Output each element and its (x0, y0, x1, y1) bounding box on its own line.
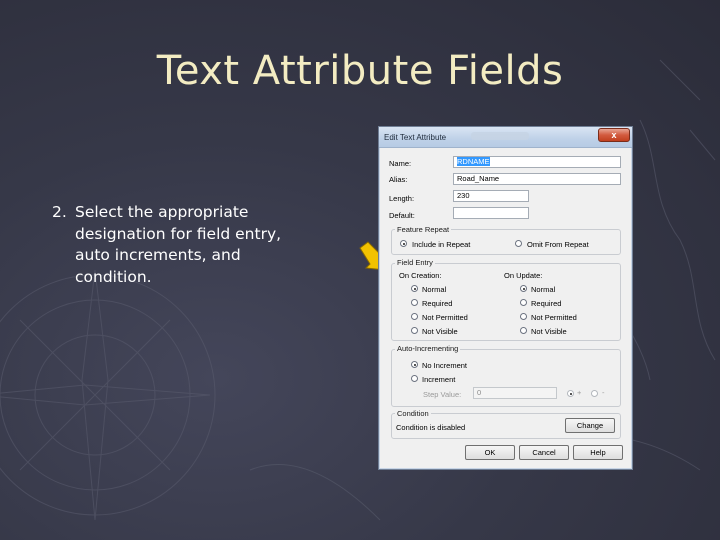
length-field[interactable]: 230 (453, 190, 529, 202)
update-not-visible-radio[interactable] (520, 327, 527, 334)
length-label: Length: (389, 194, 415, 203)
condition-status-text: Condition is disabled (396, 423, 466, 432)
creation-normal-radio[interactable] (411, 285, 418, 292)
omit-from-repeat-radio[interactable] (515, 240, 522, 247)
change-button[interactable]: Change (565, 418, 615, 433)
on-update-label: On Update: (504, 271, 543, 280)
ok-button[interactable]: OK (465, 445, 515, 460)
cancel-button[interactable]: Cancel (519, 445, 569, 460)
step-plus-radio[interactable] (567, 390, 574, 397)
increment-label[interactable]: Increment (422, 375, 455, 384)
creation-required-radio[interactable] (411, 299, 418, 306)
update-required-radio[interactable] (520, 299, 527, 306)
condition-title: Condition (395, 409, 431, 418)
increment-radio[interactable] (411, 375, 418, 382)
blurred-title-text (471, 132, 529, 140)
omit-from-repeat-label[interactable]: Omit From Repeat (527, 240, 589, 249)
update-not-visible-label[interactable]: Not Visible (531, 327, 567, 336)
default-field[interactable] (453, 207, 529, 219)
step-minus-label[interactable]: - (602, 388, 605, 397)
update-not-permitted-radio[interactable] (520, 313, 527, 320)
update-normal-label[interactable]: Normal (531, 285, 555, 294)
name-field[interactable]: RDNAME (453, 156, 621, 168)
name-label: Name: (389, 159, 412, 168)
creation-not-visible-radio[interactable] (411, 327, 418, 334)
slide-title: Text Attribute Fields (156, 48, 564, 94)
alias-field[interactable]: Road_Name (453, 173, 621, 185)
creation-normal-label[interactable]: Normal (422, 285, 446, 294)
bullet-point: 2. Select the appropriate designation fo… (52, 202, 302, 288)
dialog-title: Edit Text Attribute (384, 133, 447, 142)
creation-not-visible-label[interactable]: Not Visible (422, 327, 458, 336)
step-plus-label[interactable]: + (577, 388, 581, 397)
on-creation-label: On Creation: (399, 271, 442, 280)
default-label: Default: (389, 211, 415, 220)
field-entry-title: Field Entry (395, 258, 435, 267)
creation-not-permitted-radio[interactable] (411, 313, 418, 320)
feature-repeat-title: Feature Repeat (395, 225, 452, 234)
creation-required-label[interactable]: Required (422, 299, 452, 308)
close-button[interactable]: x (598, 128, 630, 142)
help-button[interactable]: Help (573, 445, 623, 460)
auto-incrementing-title: Auto-Incrementing (395, 344, 461, 353)
bullet-number: 2. (52, 203, 67, 221)
no-increment-label[interactable]: No Increment (422, 361, 467, 370)
step-value-label: Step Value: (423, 390, 462, 399)
alias-label: Alias: (389, 175, 408, 184)
include-in-repeat-radio[interactable] (400, 240, 407, 247)
name-value: RDNAME (457, 157, 490, 166)
dialog-titlebar[interactable]: Edit Text Attribute x (379, 127, 632, 148)
update-required-label[interactable]: Required (531, 299, 561, 308)
step-minus-radio[interactable] (591, 390, 598, 397)
step-value-field[interactable]: 0 (473, 387, 557, 399)
update-normal-radio[interactable] (520, 285, 527, 292)
creation-not-permitted-label[interactable]: Not Permitted (422, 313, 468, 322)
edit-text-attribute-dialog: Edit Text Attribute x Name: RDNAME Alias… (378, 126, 633, 470)
update-not-permitted-label[interactable]: Not Permitted (531, 313, 577, 322)
no-increment-radio[interactable] (411, 361, 418, 368)
include-in-repeat-label[interactable]: Include in Repeat (412, 240, 470, 249)
bullet-text: Select the appropriate designation for f… (75, 203, 282, 286)
